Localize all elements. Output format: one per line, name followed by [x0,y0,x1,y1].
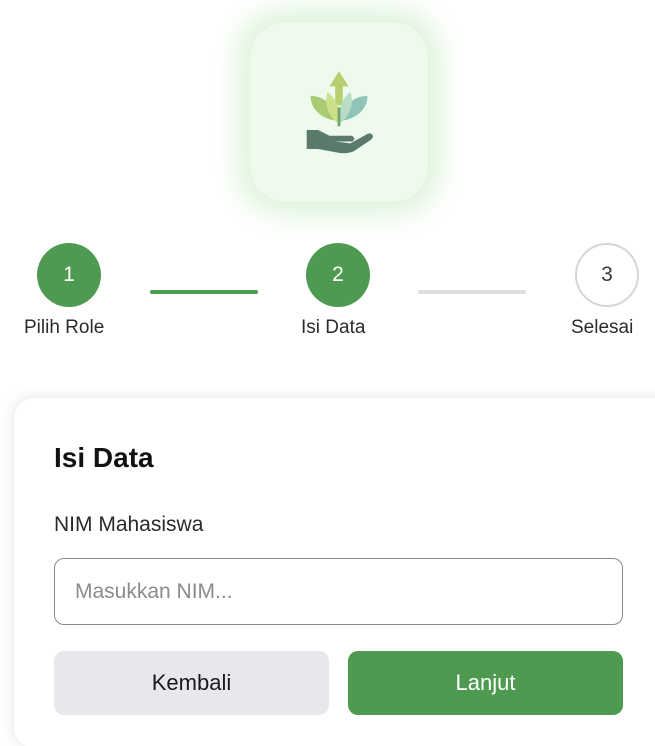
step-3-number: 3 [601,263,613,286]
step-1-number: 1 [63,263,75,286]
step-2-number: 2 [332,263,344,286]
back-button[interactable]: Kembali [54,651,329,715]
step-2-circle: 2 [306,243,370,307]
form-title: Isi Data [54,442,154,473]
step-connector-2 [418,290,526,294]
nim-label: NIM Mahasiswa [54,513,204,536]
step-3-label: Selesai [571,317,634,338]
app-logo [249,21,429,203]
step-connector-1 [150,290,258,294]
nim-input[interactable] [54,558,623,625]
next-button[interactable]: Lanjut [348,651,623,715]
register-page: 1 Pilih Role 2 Isi Data 3 Selesai Isi Da… [0,0,655,746]
step-1-circle: 1 [37,243,101,307]
step-1-label: Pilih Role [24,317,105,338]
plant-in-hand-icon [306,71,373,154]
step-3-circle: 3 [575,243,639,307]
step-2-label: Isi Data [301,317,366,338]
